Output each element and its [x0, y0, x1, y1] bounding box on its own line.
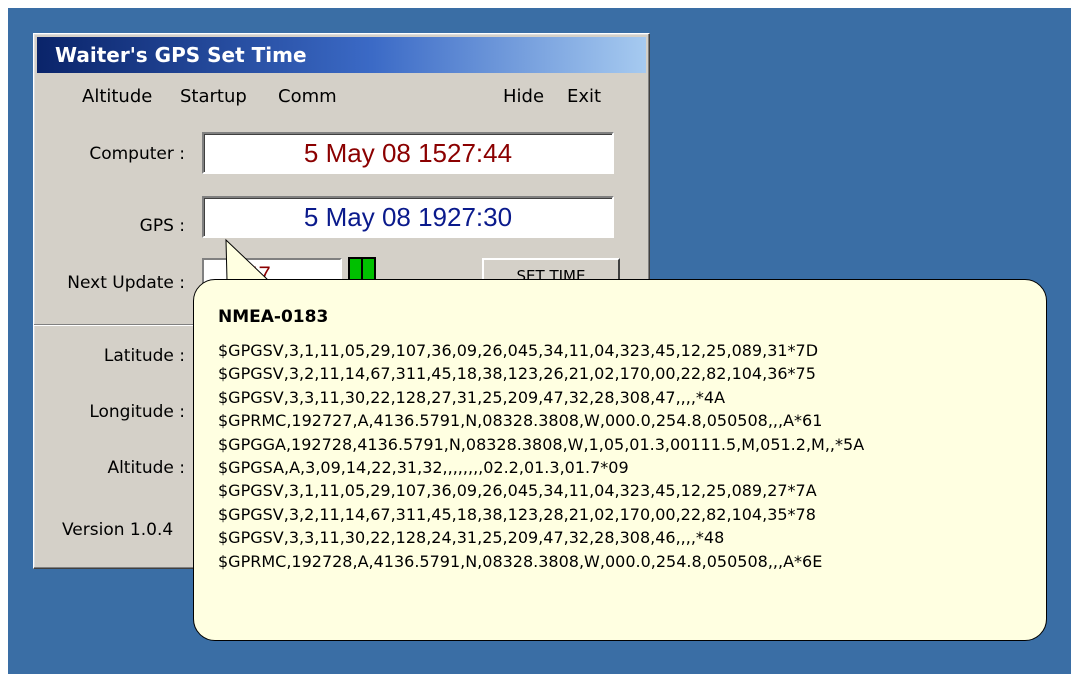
tooltip-pointer — [225, 238, 270, 283]
altitude-label: Altitude : — [107, 458, 185, 478]
nmea-sentence: $GPGSV,3,3,11,30,22,128,24,31,25,209,47,… — [218, 528, 725, 548]
nmea-sentence: $GPGSV,3,1,11,05,29,107,36,09,26,045,34,… — [218, 341, 819, 360]
menu-altitude[interactable]: Altitude — [82, 86, 152, 107]
window-title: Waiter's GPS Set Time — [55, 43, 307, 67]
gps-time-value: 5 May 08 1927:30 — [303, 202, 513, 232]
latitude-label: Latitude : — [103, 346, 185, 366]
gps-time-display: 5 May 08 1927:30 — [202, 196, 614, 238]
longitude-label: Longitude : — [89, 402, 185, 422]
menu-exit[interactable]: Exit — [567, 86, 601, 107]
tooltip-heading: NMEA-0183 — [218, 307, 329, 327]
nmea-sentence: $GPGSV,3,3,11,30,22,128,27,31,25,209,47,… — [218, 387, 726, 407]
computer-time-value: 5 May 08 1527:44 — [303, 138, 513, 168]
nmea-sentence: $GPGSV,3,2,11,14,67,311,45,18,38,123,26,… — [218, 364, 816, 384]
menu-hide[interactable]: Hide — [503, 86, 544, 107]
menu-comm[interactable]: Comm — [278, 86, 337, 107]
computer-time-display: 5 May 08 1527:44 — [202, 132, 614, 174]
version-label: Version 1.0.4 — [62, 520, 174, 540]
nmea-sentence: $GPGSV,3,1,11,05,29,107,36,09,26,045,34,… — [218, 481, 817, 501]
nmea-sentence: $GPRMC,192728,A,4136.5791,N,08328.3808,W… — [218, 551, 823, 571]
nmea-sentence: $GPGGA,192728,4136.5791,N,08328.3808,W,1… — [218, 434, 865, 454]
next-update-label: Next Update : — [67, 273, 185, 293]
menu-startup[interactable]: Startup — [180, 86, 247, 107]
nmea-sentence: $GPRMC,192727,A,4136.5791,N,08328.3808,W… — [218, 411, 823, 431]
computer-time-label: Computer : — [89, 144, 185, 164]
nmea-sentence-list: $GPGSV,3,1,11,05,29,107,36,09,26,045,34,… — [218, 339, 864, 573]
nmea-sentence: $GPGSV,3,2,11,14,67,311,45,18,38,123,28,… — [218, 504, 816, 524]
gps-time-label: GPS : — [139, 216, 185, 236]
nmea-sentence: $GPGSA,A,3,09,14,22,31,32,,,,,,,,02.2,01… — [218, 457, 629, 477]
title-bar[interactable]: Waiter's GPS Set Time — [37, 37, 646, 73]
